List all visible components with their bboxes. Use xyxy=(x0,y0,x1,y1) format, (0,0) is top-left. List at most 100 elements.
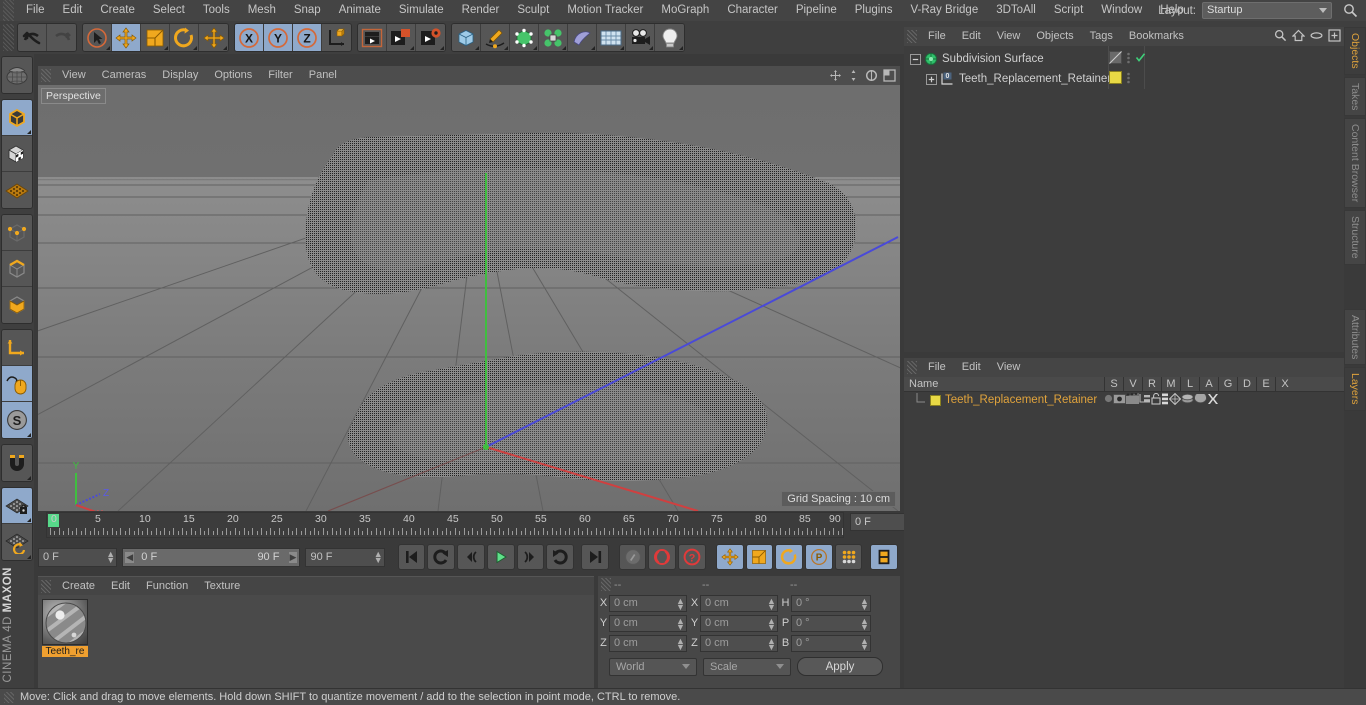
menu-item-mesh[interactable]: Mesh xyxy=(239,0,285,21)
object-menu-edit[interactable]: Edit xyxy=(954,27,989,46)
frame-end-field[interactable]: 90 F ▲ ▼ xyxy=(305,547,385,567)
layer-solo-cell[interactable] xyxy=(1104,394,1113,406)
stepper-icon[interactable]: ▲▼ xyxy=(767,616,776,631)
lock-y-axis-button[interactable]: Y xyxy=(264,24,293,51)
search-icon[interactable] xyxy=(1274,29,1287,42)
rotation-b-field[interactable]: 0 ° ▲ ▼ xyxy=(791,634,871,652)
menu-item-motion-tracker[interactable]: Motion Tracker xyxy=(558,0,652,21)
render-settings-button[interactable] xyxy=(416,24,445,51)
add-camera-button[interactable] xyxy=(626,24,655,51)
layer-xpresso-cell[interactable] xyxy=(1207,393,1219,408)
add-scene-object-button[interactable] xyxy=(597,24,626,51)
render-region-button[interactable] xyxy=(387,24,416,51)
layer-row[interactable]: Teeth_Replacement_Retainer xyxy=(904,391,1344,408)
frame-start-field[interactable]: 0 F ▲ ▼ xyxy=(38,547,118,567)
object-menu-file[interactable]: File xyxy=(920,27,954,46)
material-menu-edit[interactable]: Edit xyxy=(103,577,138,595)
menu-item-vray-bridge[interactable]: V-Ray Bridge xyxy=(901,0,987,21)
magnet-button[interactable] xyxy=(2,445,32,481)
viewport-menu-cameras[interactable]: Cameras xyxy=(94,66,155,85)
menu-item-simulate[interactable]: Simulate xyxy=(390,0,453,21)
stepper-icon[interactable]: ▲▼ xyxy=(767,596,776,611)
size-z-field[interactable]: 0 cm ▲ ▼ xyxy=(700,634,778,652)
expander-plus-icon[interactable] xyxy=(926,73,937,85)
add-cube-button[interactable] xyxy=(452,24,481,51)
world-object-coordinate-button[interactable] xyxy=(322,24,351,51)
toolbar-grip-icon[interactable] xyxy=(3,24,14,51)
undo-button[interactable] xyxy=(18,24,47,51)
layer-menu-file[interactable]: File xyxy=(920,358,954,377)
menu-item-window[interactable]: Window xyxy=(1092,0,1151,21)
tab-layers[interactable]: Layers xyxy=(1344,367,1366,411)
ellipse-icon[interactable] xyxy=(1310,29,1323,42)
forward-loop-button[interactable] xyxy=(546,544,575,570)
rewind-loop-button[interactable] xyxy=(427,544,456,570)
layer-render-cell[interactable] xyxy=(1126,392,1139,407)
object-menu-view[interactable]: View xyxy=(989,27,1029,46)
stepper-icon[interactable]: ▲▼ xyxy=(676,636,685,651)
material-grip-icon[interactable] xyxy=(41,579,51,593)
object-manager-grip-icon[interactable] xyxy=(907,30,917,43)
material-menu-function[interactable]: Function xyxy=(138,577,196,595)
object-row-teeth-replacement-retainer[interactable]: 0 Teeth_Replacement_Retainer xyxy=(904,69,1344,89)
layer-column-g[interactable]: G xyxy=(1218,376,1237,392)
menu-item-mograph[interactable]: MoGraph xyxy=(652,0,718,21)
workplane-lock-button[interactable] xyxy=(2,488,32,524)
menu-item-sculpt[interactable]: Sculpt xyxy=(508,0,558,21)
transform-mode-dropdown[interactable]: Scale xyxy=(703,657,791,676)
material-menu-create[interactable]: Create xyxy=(54,577,103,595)
coordinate-system-dropdown[interactable]: World xyxy=(609,657,697,676)
material-menu-texture[interactable]: Texture xyxy=(196,577,248,595)
position-z-field[interactable]: 0 cm ▲ ▼ xyxy=(609,634,687,652)
layer-menu-view[interactable]: View xyxy=(989,358,1029,377)
viewport-3d-canvas[interactable]: Perspective Grid Spacing : 10 cm Y Z X xyxy=(38,85,900,511)
autokeying-button[interactable] xyxy=(648,544,677,570)
lock-x-axis-button[interactable]: X xyxy=(235,24,264,51)
layer-generator-cell[interactable] xyxy=(1168,392,1182,408)
layer-column-x[interactable]: X xyxy=(1275,376,1294,392)
rotate-view-icon[interactable] xyxy=(865,69,878,82)
timeline-toggle-button[interactable] xyxy=(870,544,899,570)
go-to-start-button[interactable] xyxy=(397,544,426,570)
coordinates-grip-icon[interactable] xyxy=(601,578,611,591)
layer-column-r[interactable]: R xyxy=(1142,376,1161,392)
object-menu-bookmarks[interactable]: Bookmarks xyxy=(1121,27,1192,46)
layer-column-m[interactable]: M xyxy=(1161,376,1180,392)
rotate-tool-button[interactable] xyxy=(170,24,199,51)
layer-visible-cell[interactable] xyxy=(1113,393,1126,407)
polygon-mode-button[interactable] xyxy=(2,287,32,323)
status-grip-icon[interactable] xyxy=(4,691,14,703)
point-mode-button[interactable] xyxy=(2,215,32,251)
menu-item-snap[interactable]: Snap xyxy=(285,0,330,21)
material-preview-sphere[interactable] xyxy=(42,599,88,645)
stepper-icon[interactable]: ▲▼ xyxy=(676,616,685,631)
menu-item-select[interactable]: Select xyxy=(144,0,194,21)
expander-minus-icon[interactable] xyxy=(910,53,921,65)
menu-item-3dtoall[interactable]: 3DToAll xyxy=(987,0,1045,21)
layer-column-l[interactable]: L xyxy=(1180,376,1199,392)
layer-animation-cell[interactable] xyxy=(1161,393,1169,408)
layer-column-e[interactable]: E xyxy=(1256,376,1275,392)
maximize-viewport-icon[interactable] xyxy=(883,69,896,82)
pan-icon[interactable] xyxy=(829,69,842,82)
tab-attributes[interactable]: Attributes xyxy=(1344,308,1366,366)
key-pla-button[interactable] xyxy=(834,544,863,570)
add-panel-icon[interactable] xyxy=(1328,29,1341,42)
menu-item-script[interactable]: Script xyxy=(1045,0,1092,21)
layer-expression-cell[interactable] xyxy=(1194,391,1207,407)
add-mograph-button[interactable] xyxy=(539,24,568,51)
layer-lock-cell[interactable] xyxy=(1151,392,1161,408)
menu-item-render[interactable]: Render xyxy=(453,0,509,21)
position-x-field[interactable]: 0 cm ▲ ▼ xyxy=(609,594,687,612)
move-tool-button[interactable] xyxy=(112,24,141,51)
layer-color-swatch[interactable] xyxy=(930,394,941,406)
redo-button[interactable] xyxy=(47,24,76,51)
stepper-icon[interactable]: ▲▼ xyxy=(676,596,685,611)
viewport-menu-filter[interactable]: Filter xyxy=(260,66,300,85)
menu-item-tools[interactable]: Tools xyxy=(194,0,239,21)
add-nurbs-button[interactable] xyxy=(510,24,539,51)
stepper-icon[interactable]: ▲▼ xyxy=(767,636,776,651)
workplane-mode-button[interactable] xyxy=(2,172,32,208)
layer-column-a[interactable]: A xyxy=(1199,376,1218,392)
menu-item-create[interactable]: Create xyxy=(91,0,144,21)
